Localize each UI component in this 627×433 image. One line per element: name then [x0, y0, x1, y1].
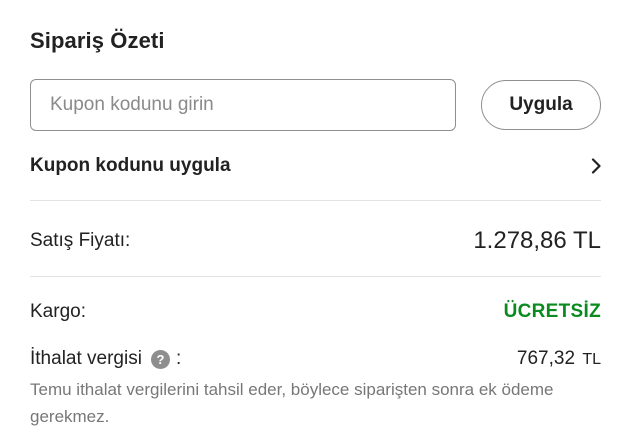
order-summary-panel: Sipariş Özeti Uygula Kupon kodunu uygula… — [30, 0, 601, 433]
question-mark-icon[interactable]: ? — [150, 349, 170, 369]
import-duty-currency: TL — [582, 351, 601, 368]
coupon-code-input[interactable] — [30, 79, 456, 131]
apply-coupon-link-label: Kupon kodunu uygula — [30, 155, 231, 176]
sale-price-row: Satış Fiyatı: 1.278,86 TL — [30, 223, 601, 259]
import-duty-label-group: İthalat vergisi ? : — [30, 348, 181, 370]
import-duty-value: 767,32 TL — [517, 348, 601, 370]
apply-coupon-button[interactable]: Uygula — [481, 80, 601, 130]
shipping-row: Kargo: ÜCRETSİZ — [30, 296, 601, 328]
shipping-value: ÜCRETSİZ — [503, 301, 601, 322]
import-duty-label: İthalat vergisi — [30, 348, 142, 369]
import-duty-note: Temu ithalat vergilerini tahsil eder, bö… — [30, 380, 554, 426]
coupon-entry-row: Uygula — [30, 79, 601, 131]
import-duty-amount: 767,32 — [516, 348, 576, 369]
divider — [30, 276, 601, 277]
shipping-label: Kargo: — [30, 301, 86, 322]
import-duty-row: İthalat vergisi ? : 767,32 TL — [30, 343, 601, 375]
apply-coupon-link[interactable]: Kupon kodunu uygula — [30, 146, 601, 186]
import-duty-colon: : — [175, 348, 182, 369]
chevron-right-icon — [585, 158, 601, 174]
order-summary-title: Sipariş Özeti — [30, 28, 165, 53]
sale-price-value: 1.278,86 TL — [473, 227, 601, 254]
divider — [30, 200, 601, 201]
sale-price-label: Satış Fiyatı: — [30, 230, 131, 251]
